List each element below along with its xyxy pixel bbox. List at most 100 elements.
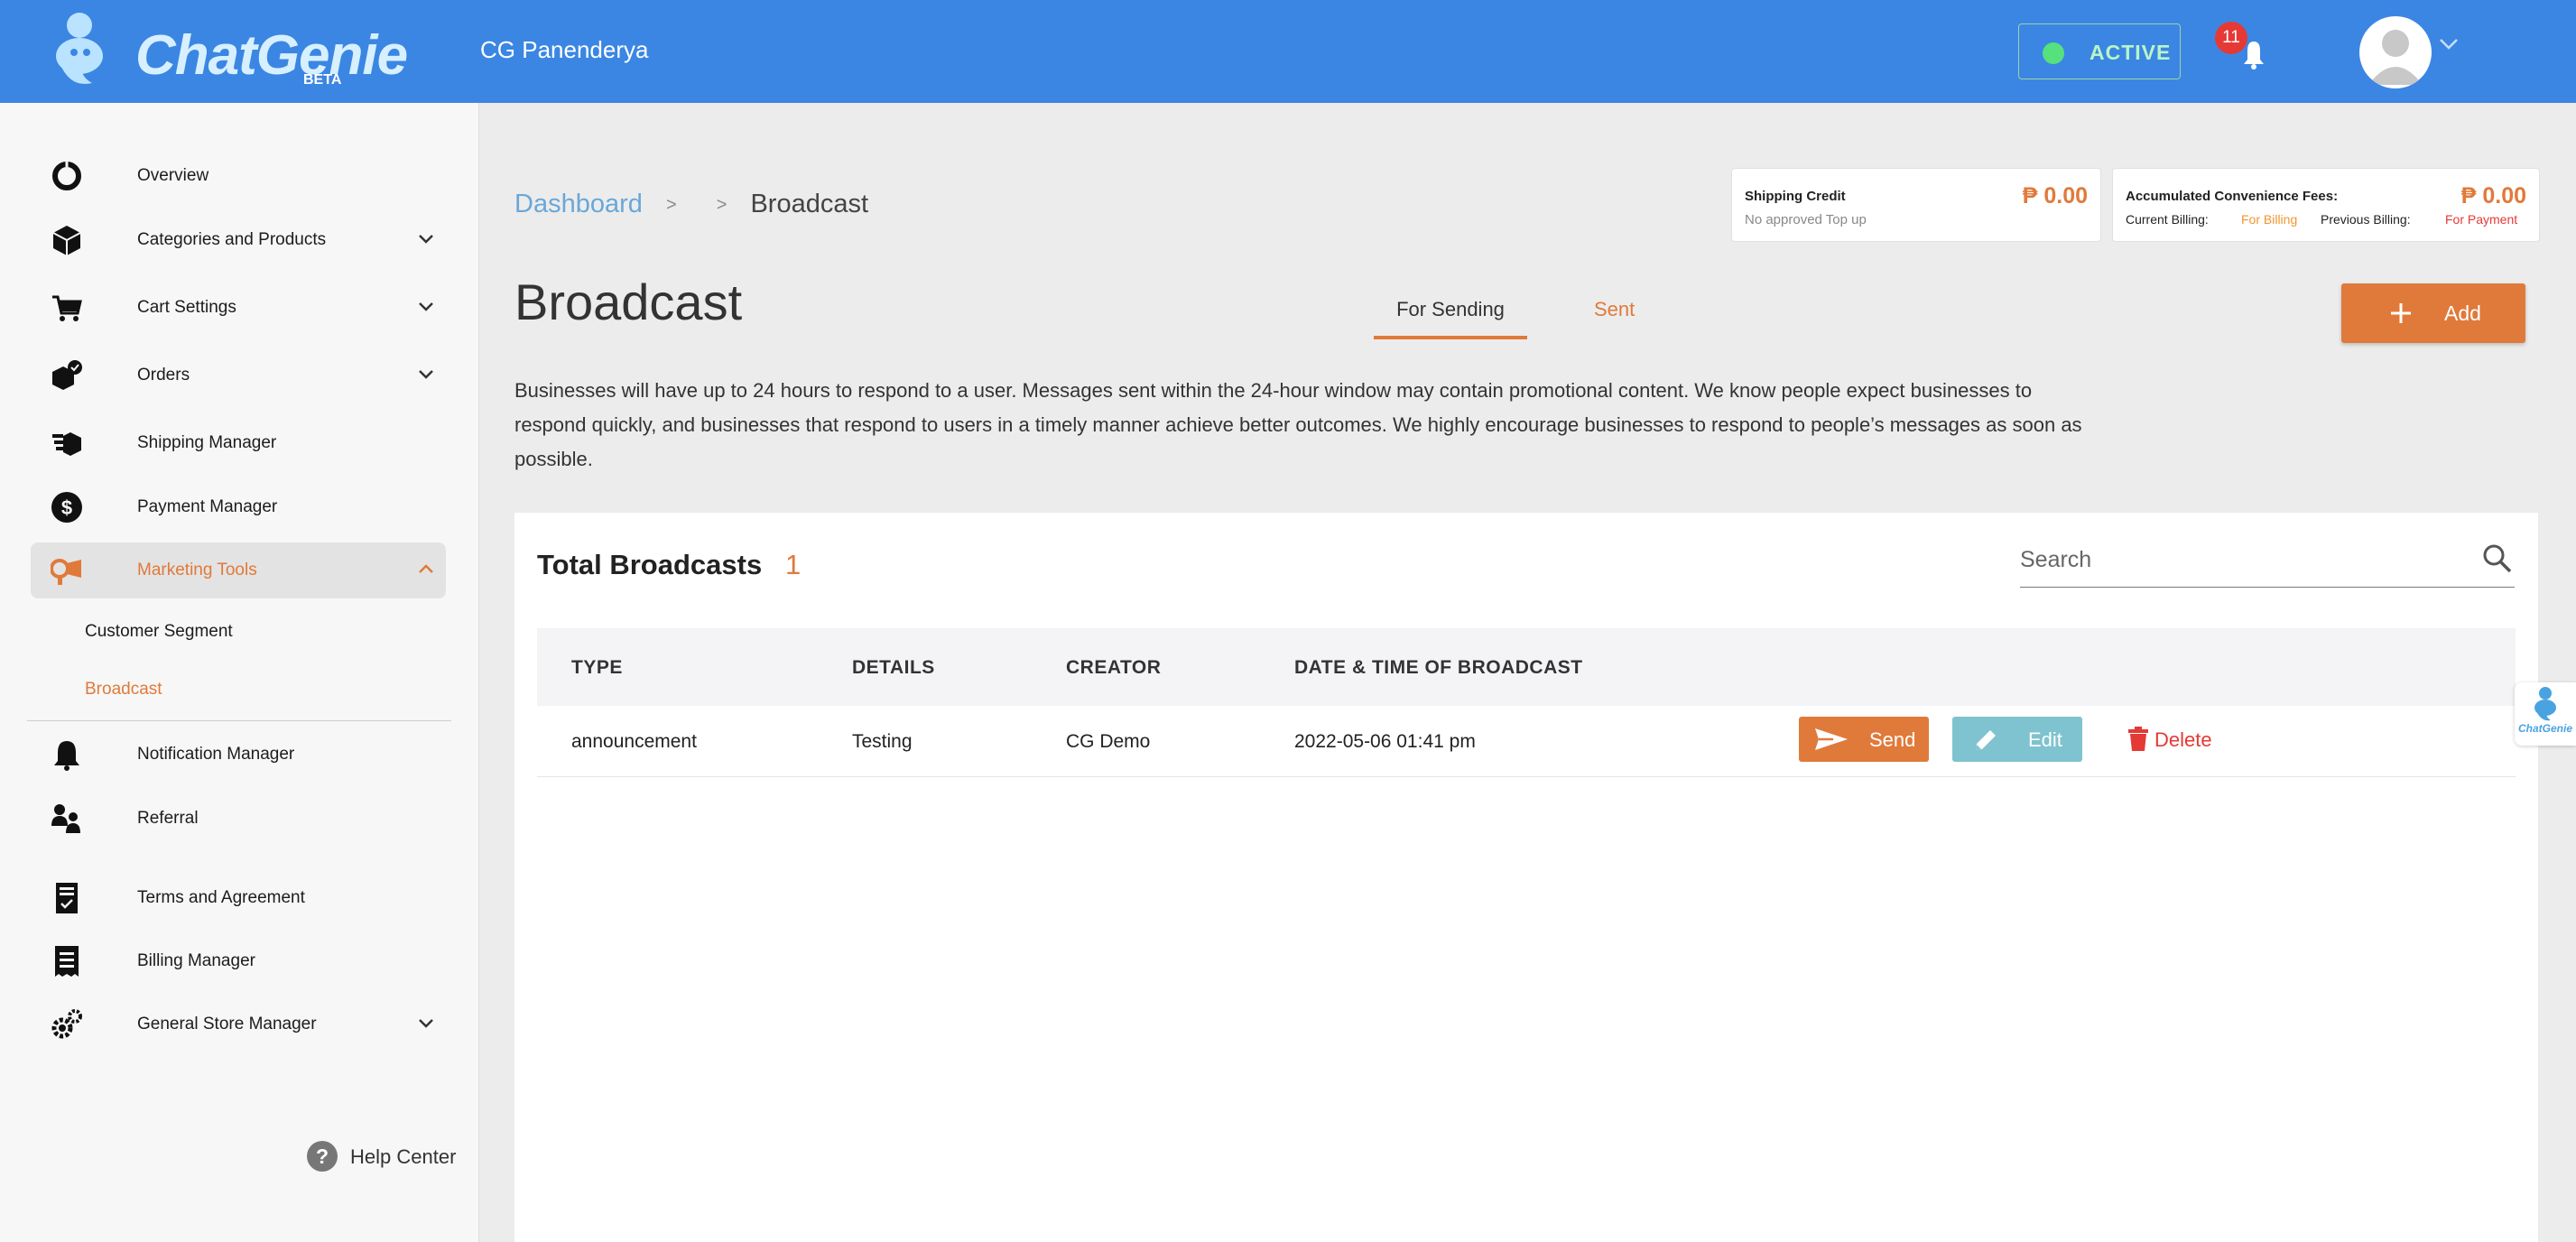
sidebar-item-categories-products[interactable]: Categories and Products <box>31 212 446 268</box>
status-dot <box>2043 42 2064 64</box>
cell-creator: CG Demo <box>1066 731 1151 752</box>
orders-icon <box>52 360 82 390</box>
sidebar-divider <box>27 720 451 721</box>
edit-button-label: Edit <box>2028 728 2062 751</box>
shipping-credit-note: No approved Top up <box>1745 212 1867 227</box>
chevron-up-icon <box>419 564 433 573</box>
beta-badge: BETA <box>303 72 342 88</box>
breadcrumb-separator: > <box>665 194 677 215</box>
previous-billing-status: For Payment <box>2445 212 2518 227</box>
cell-type: announcement <box>571 731 697 752</box>
sidebar-item-billing-manager[interactable]: Billing Manager <box>31 933 446 989</box>
sidebar-item-notification-manager[interactable]: Notification Manager <box>31 727 446 783</box>
sidebar-item-general-store-manager[interactable]: General Store Manager <box>31 996 446 1052</box>
sidebar-subitem-customer-segment[interactable]: Customer Segment <box>85 622 233 642</box>
sidebar-item-payment-manager[interactable]: $ Payment Manager <box>31 479 446 535</box>
dollar-icon: $ <box>51 492 82 523</box>
chevron-down-icon <box>419 302 433 311</box>
column-header-details: DETAILS <box>852 657 935 678</box>
help-icon: ? <box>307 1141 338 1172</box>
store-name: CG Panenderya <box>480 36 649 63</box>
sidebar-item-label: Terms and Agreement <box>137 888 305 907</box>
notification-count-badge: 11 <box>2215 22 2247 54</box>
chevron-down-icon <box>419 1019 433 1028</box>
current-billing-label: Current Billing: <box>2126 212 2209 227</box>
tab-for-sending[interactable]: For Sending <box>1374 298 1527 339</box>
chatgenie-logo[interactable]: ChatGenie BETA <box>52 11 408 92</box>
column-header-creator: CREATOR <box>1066 657 1162 678</box>
logo-text: ChatGenie <box>135 24 408 87</box>
sidebar-item-label: Marketing Tools <box>137 561 257 579</box>
search-icon[interactable] <box>2482 543 2513 574</box>
cell-datetime: 2022-05-06 01:41 pm <box>1294 731 1476 752</box>
total-broadcasts-label: Total Broadcasts <box>537 549 763 580</box>
shipping-credit-card[interactable]: Shipping Credit ₱ 0.00 No approved Top u… <box>1731 168 2101 242</box>
shipping-icon <box>52 432 81 456</box>
breadcrumb-separator: > <box>716 194 727 215</box>
sidebar-item-shipping-manager[interactable]: Shipping Manager <box>31 415 446 471</box>
breadcrumb-current: Broadcast <box>750 190 869 218</box>
chat-widget[interactable]: ChatGenie <box>2515 682 2576 746</box>
sidebar-item-orders[interactable]: Orders <box>31 348 446 403</box>
column-header-datetime: DATE & TIME OF BROADCAST <box>1294 657 1583 678</box>
convenience-fees-card[interactable]: Accumulated Convenience Fees: ₱ 0.00 Cur… <box>2112 168 2540 242</box>
chat-widget-label: ChatGenie <box>2518 722 2573 735</box>
total-broadcasts-count: 1 <box>785 549 802 580</box>
store-status-button[interactable]: ACTIVE <box>2018 23 2181 79</box>
shipping-credit-amount: ₱ 0.00 <box>2022 183 2088 209</box>
send-icon <box>1815 728 1848 750</box>
plus-icon <box>2391 303 2411 323</box>
svg-text:$: $ <box>61 496 72 519</box>
sidebar-item-overview[interactable]: Overview <box>31 148 446 204</box>
send-button[interactable]: Send <box>1799 717 1929 762</box>
fees-title: Accumulated Convenience Fees: <box>2126 189 2339 204</box>
settings-icon <box>51 1009 82 1039</box>
referral-icon <box>51 804 80 833</box>
sidebar-item-terms-agreement[interactable]: Terms and Agreement <box>31 870 446 926</box>
delete-button[interactable]: Delete <box>2118 717 2227 762</box>
pencil-icon <box>1976 730 1996 750</box>
cell-details: Testing <box>852 731 913 752</box>
sidebar-item-label: Overview <box>137 166 209 185</box>
table-row: announcement Testing CG Demo 2022-05-06 … <box>537 706 2516 777</box>
breadcrumb: Dashboard > > Broadcast <box>514 190 868 219</box>
cart-icon <box>52 295 82 321</box>
genie-icon <box>2534 687 2556 721</box>
add-broadcast-button[interactable]: Add <box>2341 283 2525 343</box>
shipping-credit-title: Shipping Credit <box>1745 189 1846 204</box>
edit-button[interactable]: Edit <box>1952 717 2082 762</box>
avatar[interactable] <box>2359 16 2432 88</box>
top-bar: ChatGenie BETA CG Panenderya ACTIVE 11 <box>0 0 2576 103</box>
sidebar-item-cart-settings[interactable]: Cart Settings <box>31 280 446 336</box>
table-header: TYPE DETAILS CREATOR DATE & TIME OF BROA… <box>537 628 2516 706</box>
search-input[interactable] <box>2020 543 2444 576</box>
sidebar-item-marketing-tools[interactable]: Marketing Tools <box>31 542 446 598</box>
user-icon <box>2368 30 2423 85</box>
sidebar-item-label: Notification Manager <box>137 745 295 764</box>
help-center-label: Help Center <box>350 1145 457 1168</box>
trash-icon <box>2128 727 2148 751</box>
breadcrumb-dashboard-link[interactable]: Dashboard <box>514 190 643 218</box>
sidebar-subitem-broadcast[interactable]: Broadcast <box>85 680 162 700</box>
search-box <box>2020 534 2515 588</box>
add-button-label: Add <box>2444 301 2481 325</box>
fees-amount: ₱ 0.00 <box>2460 183 2526 209</box>
help-center-link[interactable]: ? Help Center <box>307 1141 469 1172</box>
broadcast-panel: Total Broadcasts 1 TYPE DETAILS CREATOR … <box>514 513 2538 1242</box>
status-label: ACTIVE <box>2090 41 2172 64</box>
previous-billing-label: Previous Billing: <box>2321 212 2411 227</box>
delete-button-label: Delete <box>2154 728 2212 751</box>
broadcast-intro-text: Businesses will have up to 24 hours to r… <box>514 379 2082 470</box>
sidebar-item-referral[interactable]: Referral <box>31 791 446 847</box>
megaphone-icon <box>51 559 81 585</box>
send-button-label: Send <box>1869 728 1916 751</box>
document-icon <box>56 883 78 913</box>
chevron-down-icon <box>419 370 433 379</box>
tab-sent[interactable]: Sent <box>1594 298 1635 321</box>
chevron-down-icon[interactable] <box>2439 38 2459 51</box>
donut-icon <box>52 162 81 190</box>
current-billing-status: For Billing <box>2241 212 2298 227</box>
sidebar-item-label: Referral <box>137 809 199 828</box>
bell-icon <box>54 741 79 771</box>
sidebar-item-label: Cart Settings <box>137 298 236 317</box>
